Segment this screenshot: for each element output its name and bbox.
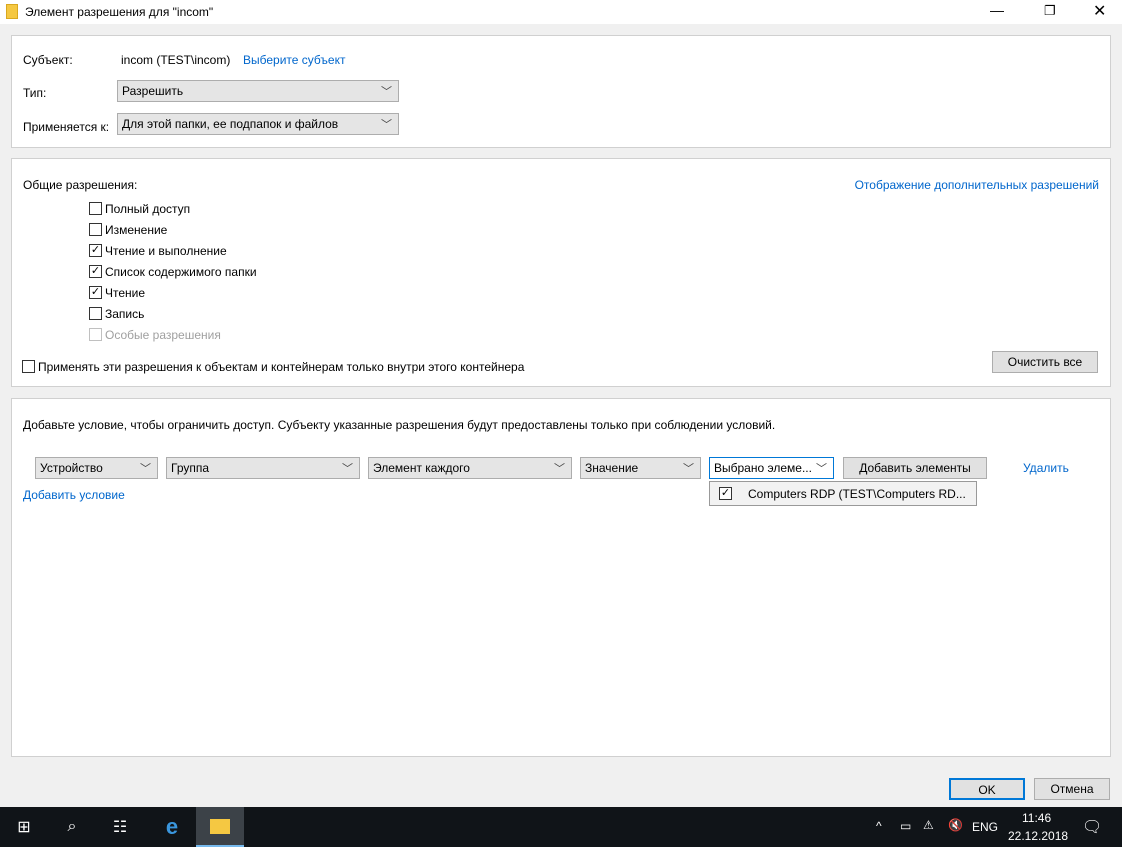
- select-value: Элемент каждого: [373, 461, 470, 475]
- maximize-button[interactable]: ❐: [1044, 3, 1056, 19]
- permission-checkbox[interactable]: [89, 307, 102, 320]
- applies-select[interactable]: Для этой папки, ее подпапок и файлов ﹀: [117, 113, 399, 135]
- select-value: Группа: [171, 461, 210, 475]
- folder-icon: [6, 4, 18, 19]
- volume-muted-icon[interactable]: 🔇: [948, 818, 963, 832]
- permissions-panel: Общие разрешения: Отображение дополнител…: [11, 158, 1111, 387]
- permissions-label: Общие разрешения:: [23, 178, 138, 192]
- permission-label: Чтение и выполнение: [105, 244, 227, 258]
- condition-operator-select[interactable]: Элемент каждого ﹀: [368, 457, 572, 479]
- condition-value-type-select[interactable]: Значение ﹀: [580, 457, 701, 479]
- task-view-icon[interactable]: ☷: [96, 807, 144, 847]
- clock-time[interactable]: 11:46: [1022, 811, 1051, 825]
- select-principal-link[interactable]: Выберите субъект: [243, 53, 345, 67]
- type-select[interactable]: Разрешить ﹀: [117, 80, 399, 102]
- principal-panel: Субъект: incom (TEST\incom) Выберите суб…: [11, 35, 1111, 148]
- dropdown-item-label[interactable]: Computers RDP (TEST\Computers RD...: [748, 487, 966, 501]
- chevron-down-icon: ﹀: [816, 463, 827, 475]
- permission-label: Чтение: [105, 286, 146, 300]
- chevron-down-icon: ﹀: [342, 463, 353, 475]
- delete-condition-link[interactable]: Удалить: [1023, 461, 1069, 475]
- window-title: Элемент разрешения для "incom": [25, 5, 214, 19]
- permission-checkbox: [89, 328, 102, 341]
- values-dropdown-list: ✓ Computers RDP (TEST\Computers RD...: [709, 481, 977, 506]
- ok-button[interactable]: OK: [949, 778, 1025, 800]
- clock-date[interactable]: 22.12.2018: [1008, 829, 1068, 843]
- add-items-button[interactable]: Добавить элементы: [843, 457, 987, 479]
- show-hidden-icons[interactable]: ^: [876, 819, 882, 833]
- search-icon[interactable]: ⌕: [48, 807, 96, 847]
- taskbar: ⊞ ⌕ ☷ e ^ ▭ ⚠ 🔇 ENG 11:46 22.12.2018 🗨: [0, 807, 1122, 847]
- start-icon[interactable]: ⊞: [0, 807, 48, 847]
- applies-value: Для этой папки, ее подпапок и файлов: [122, 117, 339, 131]
- add-condition-link[interactable]: Добавить условие: [23, 488, 125, 502]
- select-value: Устройство: [40, 461, 103, 475]
- conditions-description: Добавьте условие, чтобы ограничить досту…: [23, 418, 776, 432]
- power-icon[interactable]: ▭: [900, 819, 911, 833]
- permission-label: Особые разрешения: [105, 328, 221, 342]
- dropdown-item-checkbox[interactable]: ✓: [719, 487, 732, 500]
- file-explorer-icon[interactable]: [196, 807, 244, 847]
- principal-label: Субъект:: [23, 53, 73, 67]
- notifications-icon[interactable]: 🗨: [1082, 817, 1102, 837]
- chevron-down-icon: ﹀: [381, 86, 392, 98]
- title-bar: Элемент разрешения для "incom" — ❐ ✕: [0, 0, 1122, 24]
- conditions-panel: Добавьте условие, чтобы ограничить досту…: [11, 398, 1111, 757]
- network-warning-icon[interactable]: ⚠: [923, 818, 934, 832]
- language-indicator[interactable]: ENG: [972, 820, 998, 834]
- permission-label: Изменение: [105, 223, 168, 237]
- advanced-permissions-link[interactable]: Отображение дополнительных разрешений: [855, 178, 1099, 192]
- chevron-down-icon: ﹀: [554, 463, 565, 475]
- condition-values-select[interactable]: Выбрано элеме... ﹀: [709, 457, 834, 479]
- principal-value: incom (TEST\incom): [121, 53, 231, 67]
- cancel-button[interactable]: Отмена: [1034, 778, 1110, 800]
- permission-checkbox[interactable]: ✓: [89, 286, 102, 299]
- permission-checkbox[interactable]: ✓: [89, 244, 102, 257]
- select-value: Значение: [585, 461, 639, 475]
- permission-label: Запись: [105, 307, 145, 321]
- internet-explorer-icon[interactable]: e: [148, 807, 196, 847]
- clear-all-button[interactable]: Очистить все: [992, 351, 1098, 373]
- permission-checkbox[interactable]: [89, 223, 102, 236]
- permission-checkbox[interactable]: ✓: [89, 265, 102, 278]
- chevron-down-icon: ﹀: [140, 463, 151, 475]
- close-button[interactable]: ✕: [1093, 1, 1106, 21]
- type-value: Разрешить: [122, 84, 184, 98]
- permission-checkbox[interactable]: [89, 202, 102, 215]
- permission-label: Полный доступ: [105, 202, 191, 216]
- chevron-down-icon: ﹀: [683, 463, 694, 475]
- chevron-down-icon: ﹀: [381, 119, 392, 131]
- condition-attribute-select[interactable]: Устройство ﹀: [35, 457, 158, 479]
- apply-inside-checkbox[interactable]: [22, 360, 35, 373]
- condition-property-select[interactable]: Группа ﹀: [166, 457, 360, 479]
- applies-label: Применяется к:: [23, 120, 110, 134]
- type-label: Тип:: [23, 86, 47, 100]
- select-value: Выбрано элеме...: [714, 461, 812, 475]
- permission-label: Список содержимого папки: [105, 265, 257, 279]
- apply-inside-label: Применять эти разрешения к объектам и ко…: [38, 360, 525, 374]
- minimize-button[interactable]: —: [990, 2, 1004, 18]
